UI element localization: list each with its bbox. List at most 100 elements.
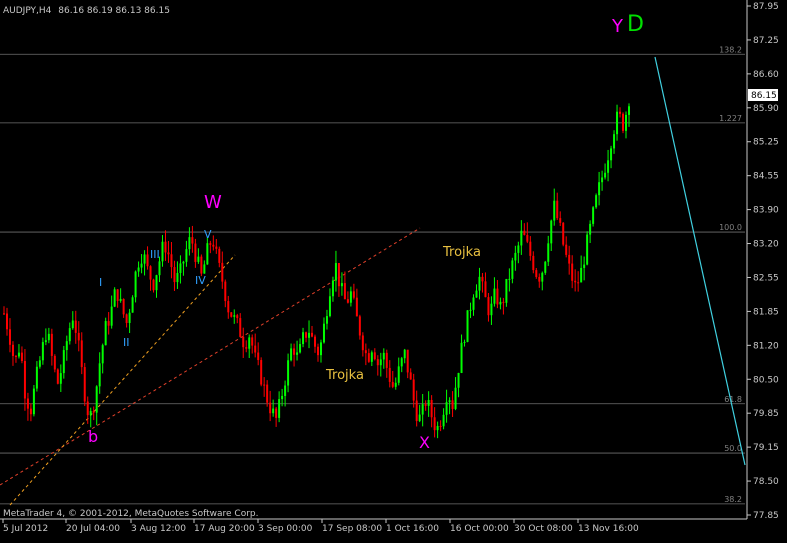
candle-body <box>493 288 496 304</box>
candle-body <box>257 352 260 361</box>
x-tick-label: 17 Aug 20:00 <box>194 524 255 534</box>
candle-body <box>44 340 47 343</box>
candle-body <box>565 244 568 255</box>
candle-body <box>628 106 630 115</box>
candle-body <box>80 340 83 368</box>
y-tick-label: 87.25 <box>753 36 779 46</box>
candle-body <box>128 312 131 323</box>
candle-body <box>245 347 248 349</box>
wave-label-d: D <box>627 12 644 37</box>
candle-body <box>532 255 535 271</box>
candle-body <box>272 408 275 414</box>
candle-body <box>433 417 436 431</box>
candle-body <box>86 401 89 416</box>
candle-body <box>53 355 56 370</box>
candle-body <box>409 372 412 380</box>
candle-body <box>466 310 469 342</box>
candle-body <box>334 263 337 281</box>
candle-body <box>122 298 125 315</box>
candle-body <box>113 289 116 307</box>
candle-body <box>526 234 529 242</box>
trojka-label-lower: Trojka <box>325 368 364 383</box>
candle-body <box>556 200 559 219</box>
candle-body <box>595 195 598 208</box>
candle-body <box>388 367 391 382</box>
candle-body <box>454 387 457 409</box>
wave-label-w: W <box>204 192 222 213</box>
candle-body <box>215 246 218 249</box>
candle-body <box>535 270 538 277</box>
candle-body <box>562 222 565 245</box>
y-tick-label: 85.90 <box>753 104 779 114</box>
candle-body <box>305 332 308 338</box>
x-tick-label: 20 Jul 04:00 <box>66 524 120 534</box>
wave-label-y: Y <box>611 16 624 37</box>
candle-body <box>209 243 212 245</box>
candle-body <box>376 359 379 366</box>
candle-body <box>517 245 520 253</box>
fib-level-label: 100.0 <box>719 223 742 232</box>
candle-body <box>5 313 8 330</box>
y-tick-label: 82.55 <box>753 273 779 283</box>
candle-body <box>502 301 505 303</box>
candle-body <box>185 249 188 262</box>
candle-body <box>382 352 385 360</box>
candle-body <box>227 301 230 313</box>
candle-body <box>358 316 361 336</box>
candle-body <box>266 384 269 403</box>
candle-body <box>242 336 245 348</box>
candle-body <box>119 298 122 301</box>
candle-body <box>346 299 349 303</box>
candle-body <box>499 301 502 305</box>
candle-body <box>325 316 328 324</box>
x-tick-label: 1 Oct 16:00 <box>386 524 439 534</box>
candle-body <box>322 323 325 343</box>
candle-body <box>110 306 113 326</box>
candle-body <box>47 333 50 341</box>
candle-body <box>302 332 305 345</box>
y-tick-label: 77.85 <box>753 511 779 521</box>
candle-body <box>170 254 173 268</box>
x-tick-label: 3 Aug 12:00 <box>131 524 186 534</box>
wave-label-x: X <box>419 433 430 452</box>
candle-body <box>478 276 481 291</box>
candle-body <box>32 388 35 415</box>
candle-body <box>299 344 302 353</box>
candle-body <box>152 279 155 291</box>
candle-body <box>616 111 619 135</box>
candle-body <box>394 382 397 387</box>
candle-body <box>430 399 433 418</box>
x-tick-label: 30 Oct 08:00 <box>514 524 573 534</box>
candle-body <box>161 241 164 262</box>
candle-body <box>164 241 167 253</box>
candle-body <box>610 148 613 161</box>
candle-body <box>328 296 331 317</box>
wave-label-iii: III <box>150 248 160 261</box>
candle-body <box>290 348 293 361</box>
candle-body <box>604 172 607 178</box>
candle-body <box>349 291 352 303</box>
chart-window[interactable]: 138.2 1.227 100.0 61.8 50.0 38.2 87.95 87.25 86… <box>0 0 787 539</box>
candle-body <box>35 366 38 389</box>
candle-body <box>481 276 484 282</box>
candle-body <box>541 272 544 282</box>
wave-label-ii: II <box>123 336 130 349</box>
y-tick-label: 79.15 <box>753 443 779 453</box>
plot-background <box>0 0 787 539</box>
candle-body <box>20 352 23 361</box>
fib-level-label: 1.227 <box>719 114 742 123</box>
candle-body <box>197 256 200 262</box>
candle-body <box>206 243 209 265</box>
candle-body <box>568 254 571 264</box>
price-chart[interactable]: 138.2 1.227 100.0 61.8 50.0 38.2 87.95 87.25 86… <box>0 0 787 539</box>
candle-body <box>436 425 439 431</box>
candle-body <box>601 177 604 183</box>
y-tick-label: 81.20 <box>753 341 779 351</box>
candle-body <box>547 243 550 262</box>
candle-body <box>68 328 71 342</box>
candle-body <box>233 315 236 317</box>
candle-body <box>550 220 553 244</box>
candle-body <box>98 363 101 387</box>
candle-body <box>221 262 224 282</box>
candle-body <box>373 352 376 360</box>
